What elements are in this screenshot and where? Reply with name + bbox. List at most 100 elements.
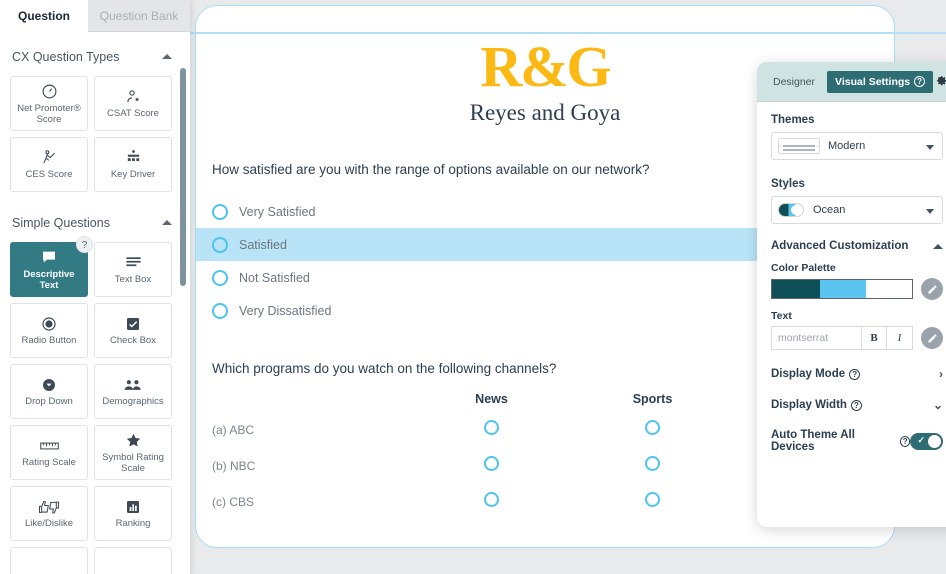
matrix-cell[interactable]: [411, 448, 572, 484]
tab-question-types[interactable]: Question Types: [0, 0, 88, 55]
app-root: R&G Reyes and Goya How satisfied are you…: [0, 0, 946, 574]
radio-icon[interactable]: [212, 269, 228, 286]
palette-swatch-1[interactable]: [772, 280, 821, 298]
sidebar-scroll-area: CX Question Types Net Promoter® Score CS…: [0, 32, 190, 574]
radio-icon[interactable]: [484, 420, 499, 435]
themes-label: Themes: [771, 114, 815, 126]
auto-theme-row[interactable]: Auto Theme All Devices ? ✓: [771, 429, 943, 453]
chevron-down-icon[interactable]: [926, 209, 934, 214]
radio-icon[interactable]: [645, 420, 660, 435]
qtype-like-dislike[interactable]: Like/Dislike: [10, 486, 88, 541]
matrix-cell[interactable]: [411, 484, 572, 520]
matrix-column-header: Sports: [632, 392, 673, 406]
matrix-cell[interactable]: [572, 448, 733, 484]
radio-icon[interactable]: [212, 203, 228, 220]
chevron-up-icon[interactable]: [162, 54, 172, 59]
qtype-net-promoter-score[interactable]: Net Promoter® Score: [10, 76, 88, 131]
help-icon[interactable]: ?: [914, 75, 926, 87]
qtype-demographics[interactable]: Demographics: [94, 364, 172, 419]
gear-icon[interactable]: [933, 72, 946, 91]
theme-thumbnail-icon: [778, 138, 820, 154]
qtype-image[interactable]: [94, 547, 172, 574]
option-label: Not Satisfied: [239, 270, 310, 285]
font-controls: montserrat B I: [771, 326, 913, 350]
sidebar-scrollbar[interactable]: [180, 68, 186, 286]
bold-button[interactable]: B: [861, 326, 887, 350]
matrix-cell[interactable]: [411, 412, 572, 448]
qtype-slider[interactable]: [10, 547, 88, 574]
style-select[interactable]: Ocean: [771, 196, 943, 224]
help-icon[interactable]: ?: [76, 236, 93, 253]
chevron-up-icon[interactable]: [162, 220, 172, 225]
tab-visual-settings[interactable]: Visual Settings?: [827, 70, 934, 93]
lines-icon: [125, 254, 142, 271]
qtype-label: Text Box: [114, 274, 152, 285]
help-icon[interactable]: ?: [850, 399, 862, 411]
radio-icon[interactable]: [484, 456, 499, 471]
qtype-label: Demographics: [102, 396, 164, 407]
qtype-label: Symbol Rating Scale: [102, 451, 164, 474]
simple-question-grid: ? Descriptive Text Text Box Radio Button…: [10, 236, 180, 574]
chevron-up-icon[interactable]: [933, 243, 943, 249]
group-header-cx[interactable]: CX Question Types: [12, 42, 178, 72]
radio-icon[interactable]: [212, 236, 228, 253]
display-width-row[interactable]: Display Width ? ⌄: [771, 398, 943, 412]
qtype-symbol-rating-scale[interactable]: Symbol Rating Scale: [94, 425, 172, 480]
matrix-row-label: (c) CBS: [212, 495, 254, 509]
palette-swatch-2[interactable]: [820, 280, 867, 298]
auto-theme-toggle[interactable]: ✓: [910, 432, 943, 450]
chevron-down-icon[interactable]: [926, 145, 934, 150]
qtype-drop-down[interactable]: Drop Down: [10, 364, 88, 419]
display-mode-row[interactable]: Display Mode ? ›: [771, 367, 943, 381]
matrix-cell[interactable]: [572, 412, 733, 448]
color-palette[interactable]: [771, 279, 913, 299]
tab-designer[interactable]: Designer: [765, 71, 823, 93]
qtype-label: Check Box: [110, 335, 156, 346]
bar-chart-icon: [125, 498, 141, 515]
edit-text-pencil-icon[interactable]: [921, 327, 943, 349]
toggle-knob: [928, 434, 941, 448]
radio-icon[interactable]: [645, 456, 660, 471]
theme-select[interactable]: Modern: [771, 132, 943, 160]
qtype-ces-score[interactable]: CES Score: [10, 137, 88, 192]
italic-button[interactable]: I: [887, 326, 913, 350]
option-label: Satisfied: [239, 237, 287, 252]
edit-palette-pencil-icon[interactable]: [921, 278, 943, 300]
tab-question-bank[interactable]: Question Bank: [88, 0, 190, 32]
chevron-right-icon[interactable]: ›: [939, 367, 943, 381]
star-icon: [125, 432, 142, 449]
radio-icon[interactable]: [212, 302, 228, 319]
help-icon[interactable]: ?: [849, 368, 861, 380]
font-name-input[interactable]: montserrat: [771, 326, 861, 350]
qtype-check-box[interactable]: Check Box: [94, 303, 172, 358]
radio-icon[interactable]: [645, 492, 660, 507]
qtype-ranking[interactable]: Ranking: [94, 486, 172, 541]
group-header-simple[interactable]: Simple Questions: [12, 208, 178, 238]
option-label: Very Satisfied: [239, 204, 316, 219]
group-title: CX Question Types: [12, 50, 120, 64]
settings-body: Themes Modern Styles Ocean Advanced Cust…: [757, 102, 946, 453]
qtype-text-box[interactable]: Text Box: [94, 242, 172, 297]
option-label: Very Dissatisfied: [239, 303, 332, 318]
qtype-label: Net Promoter® Score: [17, 102, 81, 125]
qtype-csat-score[interactable]: CSAT Score: [94, 76, 172, 131]
question-types-sidebar: Question Types Question Bank CX Question…: [0, 0, 190, 574]
cx-question-grid: Net Promoter® Score CSAT Score CES Score…: [10, 76, 180, 192]
qtype-radio-button[interactable]: Radio Button: [10, 303, 88, 358]
qtype-rating-scale[interactable]: Rating Scale: [10, 425, 88, 480]
people-icon: [124, 376, 142, 393]
qtype-label: Rating Scale: [22, 457, 76, 468]
chevron-down-icon[interactable]: ⌄: [933, 398, 943, 412]
visual-settings-panel: Designer Visual Settings? Themes Modern …: [757, 62, 946, 527]
matrix-cell[interactable]: [572, 484, 733, 520]
qtype-key-driver[interactable]: Key Driver: [94, 137, 172, 192]
palette-swatch-3[interactable]: [866, 280, 912, 298]
advanced-customization-label: Advanced Customization: [771, 240, 909, 252]
qtype-descriptive-text[interactable]: ? Descriptive Text: [10, 236, 93, 297]
advanced-customization-header[interactable]: Advanced Customization: [771, 240, 943, 252]
styles-label: Styles: [771, 178, 805, 190]
settings-tabs: Designer Visual Settings?: [757, 62, 946, 102]
help-icon[interactable]: ?: [899, 435, 911, 447]
radio-icon[interactable]: [484, 492, 499, 507]
check-icon: ✓: [917, 434, 926, 445]
